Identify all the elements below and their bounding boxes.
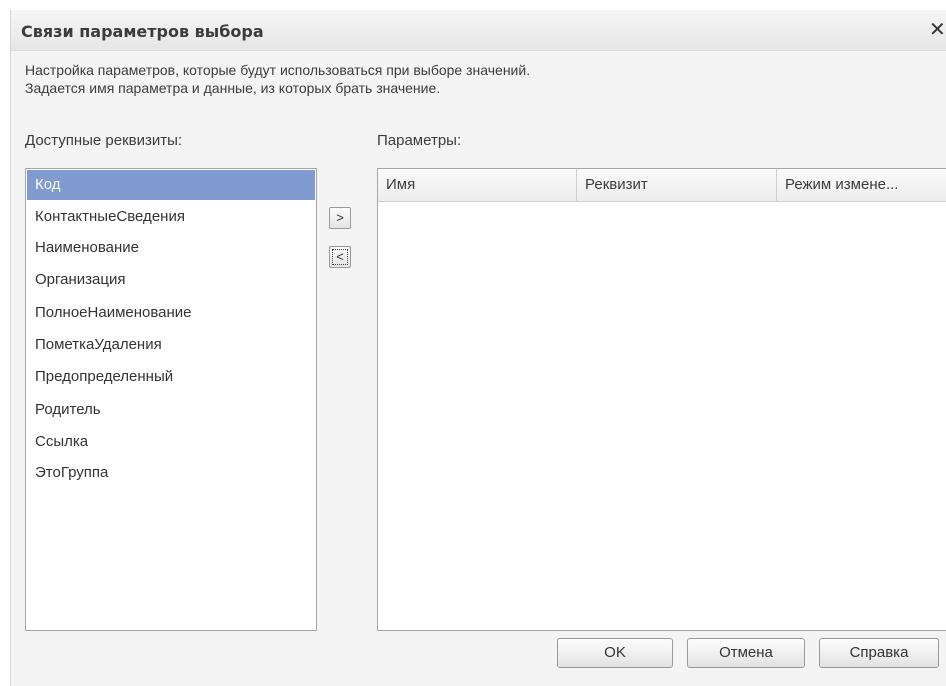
parameters-table[interactable]: Имя Реквизит Режим измене... [377,168,946,631]
list-item[interactable]: Ссылка [27,427,315,457]
close-icon[interactable]: ✕ [929,16,946,42]
description-line-1: Настройка параметров, которые будут испо… [25,62,531,78]
list-item[interactable]: ПолноеНаименование [27,298,315,328]
list-item[interactable]: Организация [27,265,315,295]
available-attributes-list[interactable]: Код КонтактныеСведения Наименование Орга… [25,168,317,631]
parameters-label: Параметры: [377,132,462,149]
cancel-button[interactable]: Отмена [687,638,805,668]
list-item[interactable]: ЭтоГруппа [27,458,315,488]
list-item[interactable]: КонтактныеСведения [27,202,315,232]
description-line-2: Задается имя параметра и данные, из кото… [25,80,441,96]
title-bar: Связи параметров выбора ✕ [11,10,946,51]
column-header-attribute[interactable]: Реквизит [577,169,777,201]
list-item[interactable]: Наименование [27,233,315,263]
parameters-table-header: Имя Реквизит Режим измене... [378,169,946,202]
available-attributes-label: Доступные реквизиты: [25,132,183,149]
add-parameter-button[interactable]: > [329,207,351,229]
list-item[interactable]: Код [27,170,315,200]
ok-button[interactable]: OK [557,638,673,668]
choice-parameter-links-dialog: Связи параметров выбора ✕ Настройка пара… [10,10,946,686]
remove-parameter-button[interactable]: < [329,246,351,268]
column-header-name[interactable]: Имя [378,169,577,201]
column-header-change-mode[interactable]: Режим измене... [777,169,946,201]
list-item[interactable]: Родитель [27,395,315,425]
dialog-title: Связи параметров выбора [21,22,264,41]
help-button[interactable]: Справка [819,638,939,668]
list-item[interactable]: ПометкаУдаления [27,330,315,360]
list-item[interactable]: Предопределенный [27,362,315,392]
